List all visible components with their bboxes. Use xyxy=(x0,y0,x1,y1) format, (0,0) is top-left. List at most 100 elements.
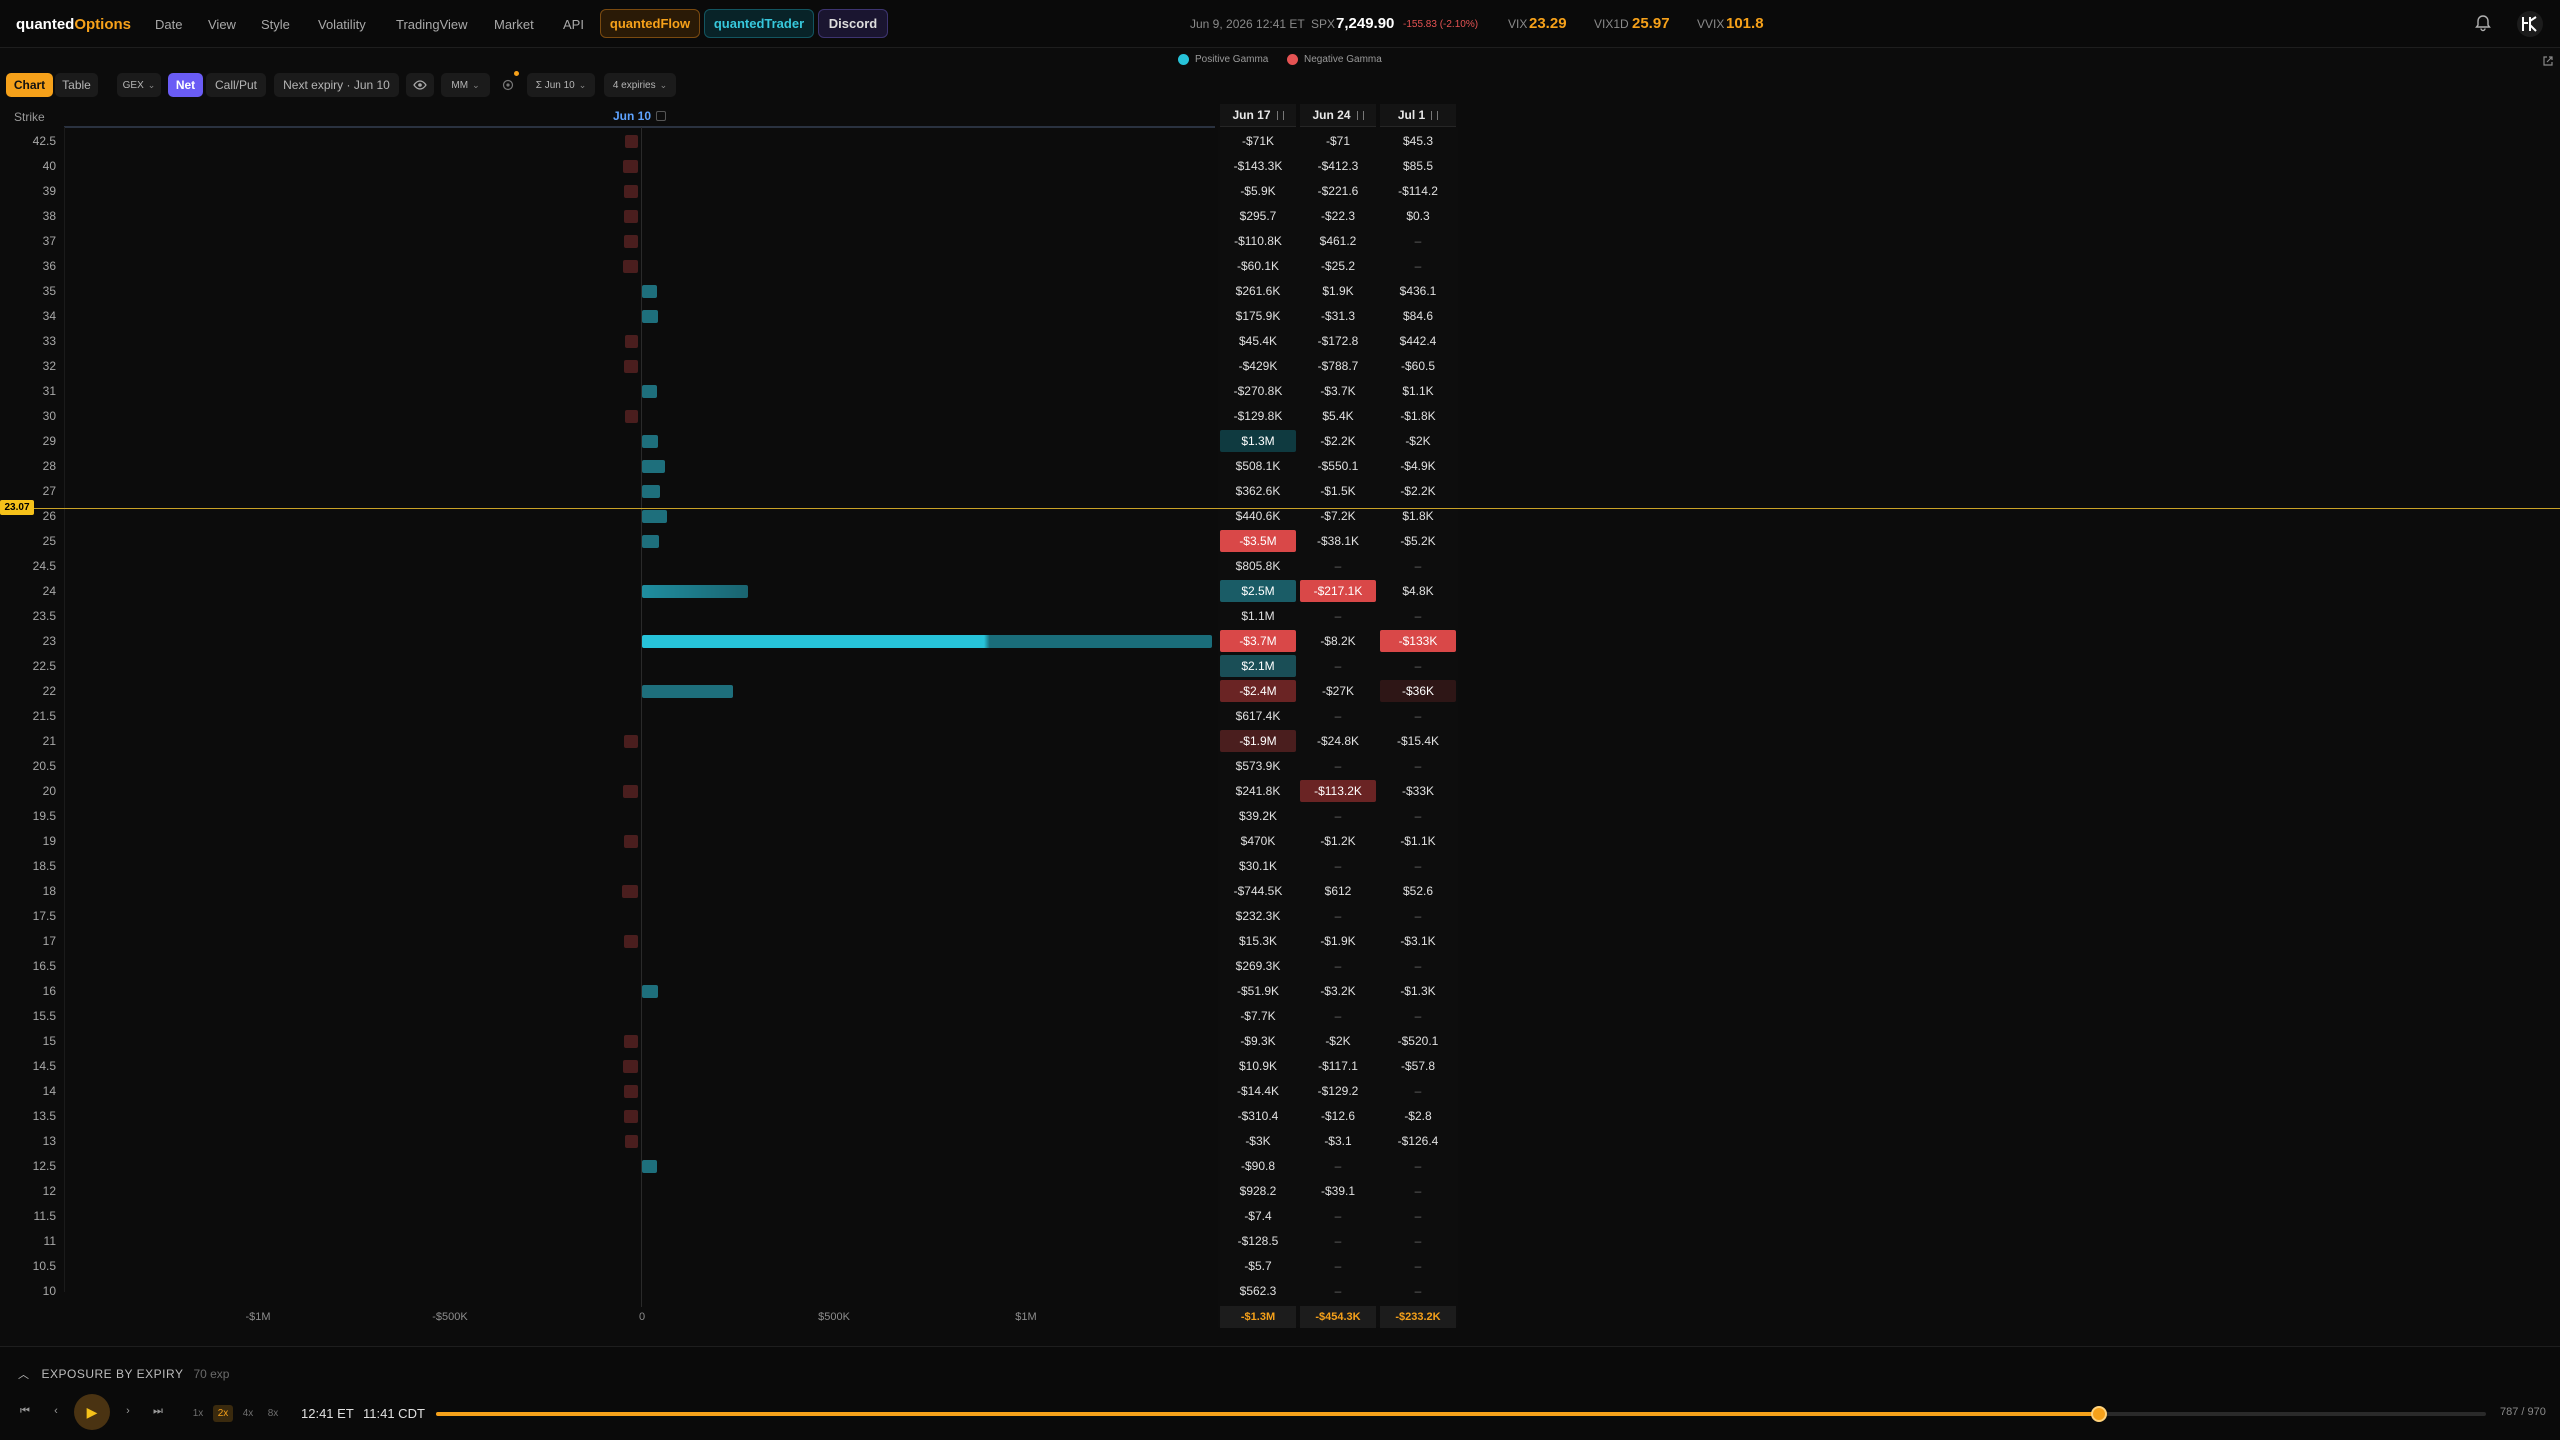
negative-gamma-bar[interactable] xyxy=(622,785,638,798)
speed-1x[interactable]: 1x xyxy=(188,1405,208,1422)
reorder-icon[interactable] xyxy=(1276,110,1284,120)
strike-label: 18.5 xyxy=(32,859,56,873)
table-cell: $261.6K xyxy=(1235,284,1281,298)
positive-gamma-bar[interactable] xyxy=(642,985,658,998)
eye-icon[interactable] xyxy=(406,73,434,97)
exposure-by-expiry-toggle[interactable]: ︿ EXPOSURE BY EXPIRY 70 exp xyxy=(18,1366,229,1382)
mm-select[interactable]: MM ⌄ xyxy=(441,73,490,97)
nav-view[interactable]: View xyxy=(208,17,236,32)
negative-gamma-bar[interactable] xyxy=(624,1135,638,1148)
table-cell: -$3.1 xyxy=(1324,1134,1352,1148)
negative-gamma-bar[interactable] xyxy=(622,160,638,173)
negative-gamma-bar[interactable] xyxy=(624,335,638,348)
speed-8x[interactable]: 8x xyxy=(263,1405,283,1422)
reorder-icon[interactable] xyxy=(1431,110,1439,120)
negative-gamma-bar[interactable] xyxy=(622,885,638,898)
legend-negative: Negative Gamma xyxy=(1287,54,1382,65)
positive-gamma-bar[interactable] xyxy=(642,285,658,298)
strike-label: 16 xyxy=(42,984,56,998)
callput-toggle[interactable]: Call/Put xyxy=(206,73,266,97)
positive-gamma-bar[interactable] xyxy=(642,460,665,473)
quantedflow-button[interactable]: quantedFlow xyxy=(600,9,700,38)
quantedtrader-button[interactable]: quantedTrader xyxy=(704,9,814,38)
speed-2x[interactable]: 2x xyxy=(213,1405,233,1422)
positive-gamma-bar[interactable] xyxy=(642,535,660,548)
strike-label: 30 xyxy=(42,409,56,423)
discord-button[interactable]: Discord xyxy=(818,9,888,38)
table-cell: – xyxy=(1414,659,1422,673)
table-cell: -$744.5K xyxy=(1233,884,1283,898)
step-forward-icon[interactable]: › xyxy=(119,1405,137,1417)
positive-gamma-bar[interactable] xyxy=(642,1160,658,1173)
user-avatar-icon[interactable] xyxy=(2517,11,2543,37)
negative-gamma-bar[interactable] xyxy=(623,935,638,948)
table-cell: $1.1K xyxy=(1402,384,1434,398)
negative-gamma-bar[interactable] xyxy=(623,185,638,198)
positive-gamma-bar[interactable] xyxy=(642,385,658,398)
negative-gamma-bar[interactable] xyxy=(624,210,638,223)
timeline-slider[interactable] xyxy=(436,1406,2486,1422)
positive-gamma-bar[interactable] xyxy=(642,310,658,323)
timeline-thumb[interactable] xyxy=(2090,1406,2107,1422)
next-expiry-button[interactable]: Next expiry · Jun 10 xyxy=(274,73,399,97)
sum-expiry-select[interactable]: Σ Jun 10 ⌄ xyxy=(527,73,595,97)
nav-style[interactable]: Style xyxy=(261,17,290,32)
speed-4x[interactable]: 4x xyxy=(238,1405,258,1422)
logo-main: quanted xyxy=(16,16,75,33)
nav-date[interactable]: Date xyxy=(155,17,182,32)
negative-gamma-bar[interactable] xyxy=(623,735,638,748)
negative-gamma-bar[interactable] xyxy=(623,1035,638,1048)
expiry-header[interactable]: Jun 10 xyxy=(613,109,651,123)
table-cell: -$2.8 xyxy=(1404,1109,1432,1123)
table-view-tab[interactable]: Table xyxy=(55,73,98,97)
positive-gamma-bar[interactable] xyxy=(642,435,658,448)
nav-tradingview[interactable]: TradingView xyxy=(396,17,468,32)
strike-label: 35 xyxy=(42,284,56,298)
negative-gamma-bar[interactable] xyxy=(623,360,638,373)
chart-view-tab[interactable]: Chart xyxy=(6,73,53,97)
positive-gamma-bar[interactable] xyxy=(642,485,661,498)
nav-market[interactable]: Market xyxy=(494,17,534,32)
step-back-icon[interactable]: ‹ xyxy=(47,1405,65,1417)
positive-gamma-bar[interactable] xyxy=(642,685,734,698)
column-header-jul1[interactable]: Jul 1 xyxy=(1380,104,1456,127)
reorder-icon[interactable] xyxy=(1356,110,1364,120)
table-cell: $4.8K xyxy=(1402,584,1434,598)
table-cell: – xyxy=(1334,559,1342,573)
strike-label: 20.5 xyxy=(32,759,56,773)
negative-gamma-bar[interactable] xyxy=(623,835,638,848)
negative-gamma-bar[interactable] xyxy=(623,235,638,248)
negative-gamma-bar[interactable] xyxy=(622,260,638,273)
strike-label: 18 xyxy=(42,884,56,898)
table-cell: $52.6 xyxy=(1402,884,1434,898)
negative-gamma-bar[interactable] xyxy=(624,410,638,423)
table-cell: -$5.7 xyxy=(1244,1259,1272,1273)
nav-volatility[interactable]: Volatility xyxy=(318,17,366,32)
skip-start-icon[interactable]: ⏮ xyxy=(16,1405,34,1418)
column-header-jun17[interactable]: Jun 17 xyxy=(1220,104,1296,127)
negative-gamma-bar[interactable] xyxy=(622,1060,638,1073)
negative-gamma-bar[interactable] xyxy=(624,135,638,148)
positive-gamma-bar[interactable] xyxy=(642,510,667,523)
column-header-jun24[interactable]: Jun 24 xyxy=(1300,104,1376,127)
bell-icon[interactable] xyxy=(2474,14,2492,32)
gex-select[interactable]: GEX ⌄ xyxy=(117,73,161,97)
net-toggle[interactable]: Net xyxy=(168,73,203,97)
table-cell: $562.3 xyxy=(1239,1284,1277,1298)
table-cell: – xyxy=(1414,1084,1422,1098)
negative-gamma-bar[interactable] xyxy=(624,1110,638,1123)
negative-gamma-bar[interactable] xyxy=(623,1085,638,1098)
play-icon[interactable]: ▶ xyxy=(74,1394,110,1430)
skip-end-icon[interactable]: ⏭ xyxy=(149,1405,167,1418)
table-cell: $269.3K xyxy=(1235,959,1281,973)
nav-api[interactable]: API xyxy=(563,17,584,32)
expiries-select[interactable]: 4 expiries ⌄ xyxy=(604,73,676,97)
table-cell: -$1.5K xyxy=(1320,484,1356,498)
settings-icon[interactable] xyxy=(498,71,519,97)
positive-gamma-bar[interactable] xyxy=(642,635,1212,648)
external-link-icon[interactable] xyxy=(2542,55,2554,67)
app-logo[interactable]: quantedOptions xyxy=(16,16,131,33)
vix-label: VIX xyxy=(1508,17,1528,31)
expiry-toggle-icon[interactable] xyxy=(656,111,666,121)
positive-gamma-bar[interactable] xyxy=(642,585,749,598)
